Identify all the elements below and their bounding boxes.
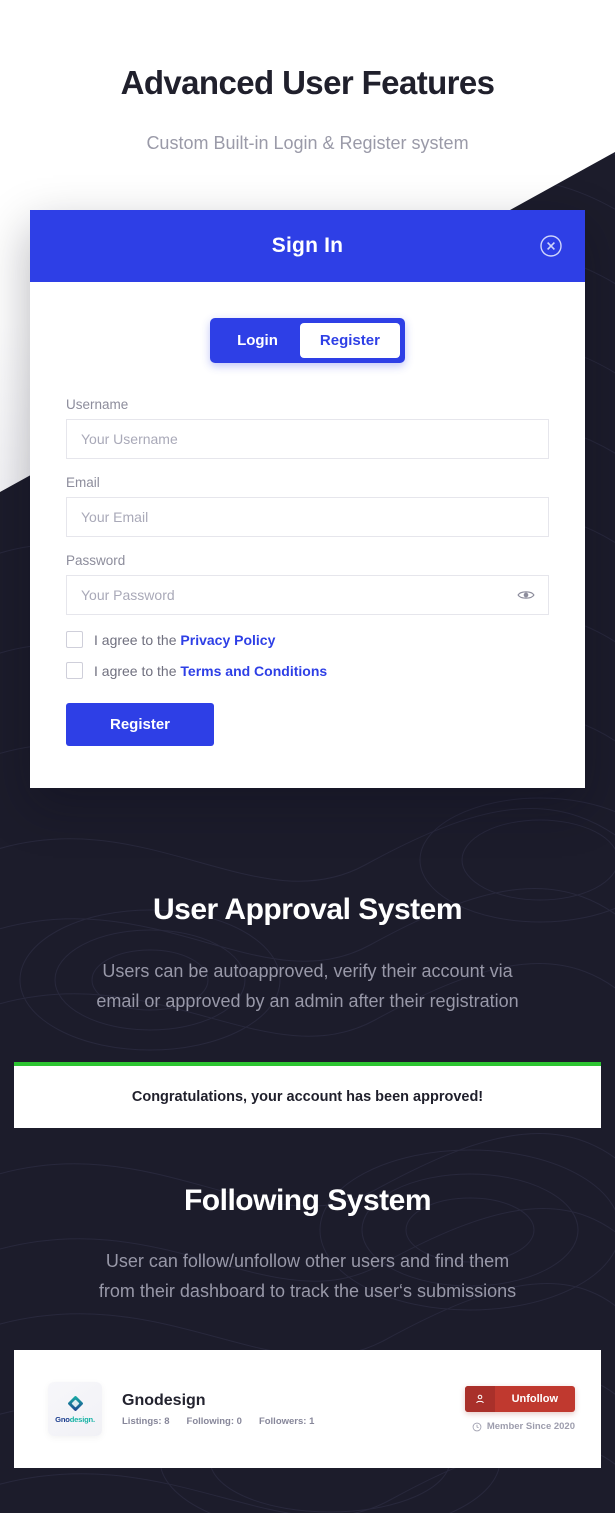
user-name: Gnodesign <box>122 1391 206 1409</box>
user-minus-icon <box>464 1386 495 1412</box>
unfollow-button[interactable]: Unfollow <box>464 1386 575 1412</box>
following-section-description: User can follow/unfollow other users and… <box>0 1246 615 1306</box>
username-label: Username <box>66 397 129 412</box>
password-label: Password <box>66 553 126 568</box>
approval-section-title: User Approval System <box>152 893 463 926</box>
stat-listings: Listings: 8 <box>122 1415 170 1427</box>
terms-conditions-link[interactable]: Terms and Conditions <box>180 663 327 679</box>
user-stats: Listings: 8 Following: 0 Followers: 1 <box>122 1416 314 1427</box>
terms-consent-prefix: I agree to the <box>94 662 181 679</box>
auth-tab-group: Login Register <box>210 318 405 363</box>
password-input[interactable] <box>66 575 549 615</box>
approval-description-line1: Users can be autoapproved, verify their … <box>102 961 513 981</box>
modal-body: Login Register Username Email Password <box>30 282 585 788</box>
gnodesign-diamond-logo <box>67 1395 83 1411</box>
privacy-policy-link[interactable]: Privacy Policy <box>180 632 275 648</box>
privacy-consent-text: I agree to the Privacy Policy <box>94 632 275 648</box>
modal-title: Sign In <box>271 234 344 257</box>
terms-conditions-checkbox[interactable] <box>66 662 83 679</box>
terms-consent-row: I agree to the Terms and Conditions <box>66 662 549 679</box>
following-description-line2: from their dashboard to track the user‘s… <box>98 1281 517 1301</box>
logo-word-part-a: Gno <box>55 1414 70 1424</box>
username-input-shell <box>66 419 549 459</box>
approval-notice-banner: Congratulations, your account has been a… <box>14 1062 601 1128</box>
following-description-line1: User can follow/unfollow other users and… <box>105 1251 510 1271</box>
modal-header: Sign In <box>30 210 585 282</box>
privacy-consent-row: I agree to the Privacy Policy <box>66 631 549 648</box>
approval-notice-text: Congratulations, your account has been a… <box>131 1089 484 1105</box>
member-since-text: Member Since 2020 <box>486 1421 575 1432</box>
privacy-policy-checkbox[interactable] <box>66 631 83 648</box>
username-field-group: Username <box>66 397 549 459</box>
page-subtitle: Custom Built-in Login & Register system <box>146 133 469 153</box>
follow-card-actions: Unfollow Member Since 2020 <box>464 1386 575 1432</box>
unfollow-button-label: Unfollow <box>511 1393 558 1405</box>
email-input-shell <box>66 497 549 537</box>
email-input[interactable] <box>66 497 549 537</box>
approval-section-description: Users can be autoapproved, verify their … <box>0 956 615 1016</box>
avatar: Gnodesign. <box>48 1382 102 1436</box>
password-field-group: Password <box>66 553 549 615</box>
username-input[interactable] <box>66 419 549 459</box>
approval-description-line2: email or approved by an admin after thei… <box>96 991 519 1011</box>
auth-tabs: Login Register <box>66 318 549 363</box>
logo-wordmark: Gnodesign. <box>55 1415 95 1424</box>
email-label: Email <box>66 475 100 490</box>
tab-register[interactable]: Register <box>299 323 400 358</box>
stat-followers: Followers: 1 <box>258 1415 315 1427</box>
sign-in-modal: Sign In Login Register Username Your Use… <box>30 210 585 788</box>
privacy-consent-prefix: I agree to the <box>94 631 181 648</box>
email-field-group: Email <box>66 475 549 537</box>
close-circle-icon[interactable] <box>539 234 563 258</box>
register-submit-button[interactable]: Register <box>66 703 214 746</box>
user-info: Gnodesign Listings: 8 Following: 0 Follo… <box>122 1392 314 1427</box>
following-section-title: Following System <box>183 1184 432 1217</box>
clock-icon <box>472 1422 482 1431</box>
page-root: Advanced User Features Custom Built-in L… <box>0 0 615 1513</box>
password-input-shell <box>66 575 549 615</box>
member-since: Member Since 2020 <box>472 1421 575 1432</box>
user-follow-card: Gnodesign. Gnodesign Listings: 8 Followi… <box>14 1350 601 1468</box>
page-title: Advanced User Features <box>120 64 495 101</box>
stat-following: Following: 0 <box>186 1415 242 1427</box>
eye-icon[interactable] <box>517 586 535 604</box>
logo-word-part-b: design. <box>69 1414 95 1424</box>
tab-login[interactable]: Login <box>215 324 300 357</box>
terms-consent-text: I agree to the Terms and Conditions <box>94 663 327 679</box>
